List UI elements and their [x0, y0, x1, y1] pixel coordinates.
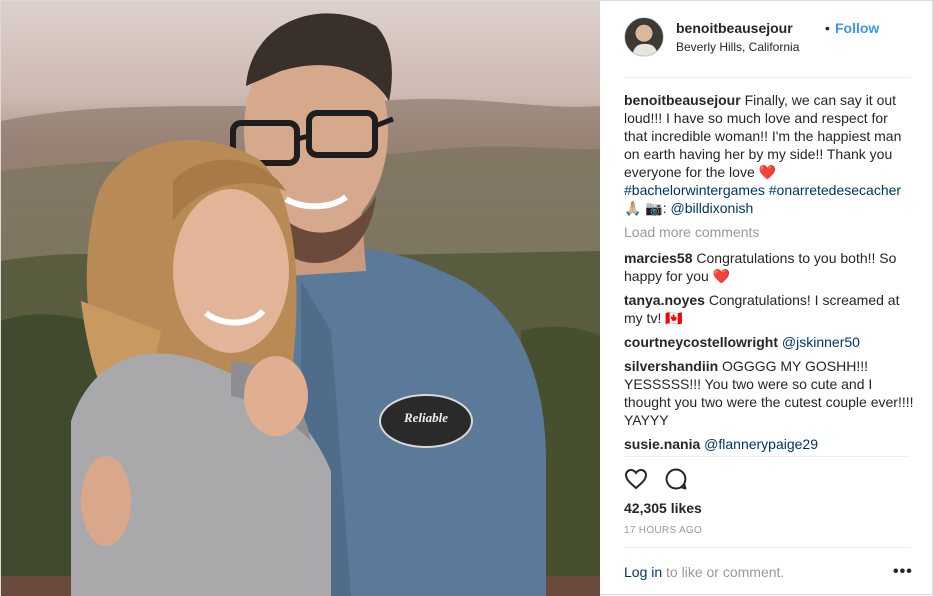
comment-username[interactable]: courtneycostellowright [624, 334, 778, 350]
caption-colon: : [662, 200, 667, 216]
comments-section: benoitbeausejour Finally, we can say it … [624, 91, 914, 459]
comment-username[interactable]: silvershandiin [624, 358, 718, 374]
likes-count[interactable]: 42,305 likes [624, 500, 702, 516]
post-sidebar: benoitbeausejour • Follow Beverly Hills,… [600, 1, 933, 596]
caption: benoitbeausejour Finally, we can say it … [624, 91, 914, 217]
comment-item: marcies58 Congratulations to you both!! … [624, 249, 914, 285]
post-photo[interactable]: Reliable [1, 1, 600, 596]
heart-emoji: ❤️ [758, 164, 777, 180]
comment-icon[interactable] [664, 467, 688, 491]
caption-emoji: 🙏🏼 📷 [624, 200, 663, 216]
comment-username[interactable]: susie.nania [624, 436, 700, 452]
patch-text: Reliable [403, 410, 449, 425]
instagram-post: Reliable benoitbeausejour • Follow Bever… [0, 0, 933, 596]
comment-item: courtneycostellowright @jskinner50 [624, 333, 914, 351]
comment-item: silvershandiin OGGGG MY GOSHH!!! YESSSSS… [624, 357, 914, 429]
load-more-comments[interactable]: Load more comments [624, 223, 914, 241]
photo-credit-link[interactable]: @billdixonish [671, 200, 754, 216]
action-bar [624, 467, 910, 491]
comment-item: tanya.noyes Congratulations! I screamed … [624, 291, 914, 327]
heart-icon[interactable] [624, 467, 648, 491]
location-link[interactable]: Beverly Hills, California [676, 40, 799, 54]
photo-illustration [1, 13, 600, 596]
header-divider [624, 77, 910, 78]
footer-divider [624, 547, 910, 548]
comment-emoji: 🇨🇦 [665, 310, 683, 326]
avatar[interactable] [624, 17, 664, 57]
comment-username[interactable]: marcies58 [624, 250, 693, 266]
header-separator: • [825, 20, 830, 36]
comment-mention[interactable]: @jskinner50 [782, 334, 860, 350]
login-prompt-text: to like or comment. [662, 564, 785, 580]
comment-mention[interactable]: @flannerypaige29 [704, 436, 818, 452]
login-prompt: Log in to like or comment. [624, 564, 784, 580]
caption-username[interactable]: benoitbeausejour [624, 92, 741, 108]
header-username[interactable]: benoitbeausejour [676, 20, 793, 36]
comment-emoji: ❤️ [712, 268, 731, 284]
post-header: benoitbeausejour • Follow Beverly Hills,… [624, 17, 910, 61]
more-options-icon[interactable]: ••• [893, 563, 913, 581]
comment-username[interactable]: tanya.noyes [624, 292, 705, 308]
post-timestamp[interactable]: 17 HOURS AGO [624, 525, 702, 536]
hashtag-link[interactable]: #onarretedesecacher [769, 182, 901, 198]
hashtag-link[interactable]: #bachelorwintergames [624, 182, 765, 198]
login-link[interactable]: Log in [624, 564, 662, 580]
actions-divider [624, 456, 910, 457]
comment-item: susie.nania @flannerypaige29 [624, 435, 914, 453]
follow-button[interactable]: Follow [835, 20, 879, 36]
